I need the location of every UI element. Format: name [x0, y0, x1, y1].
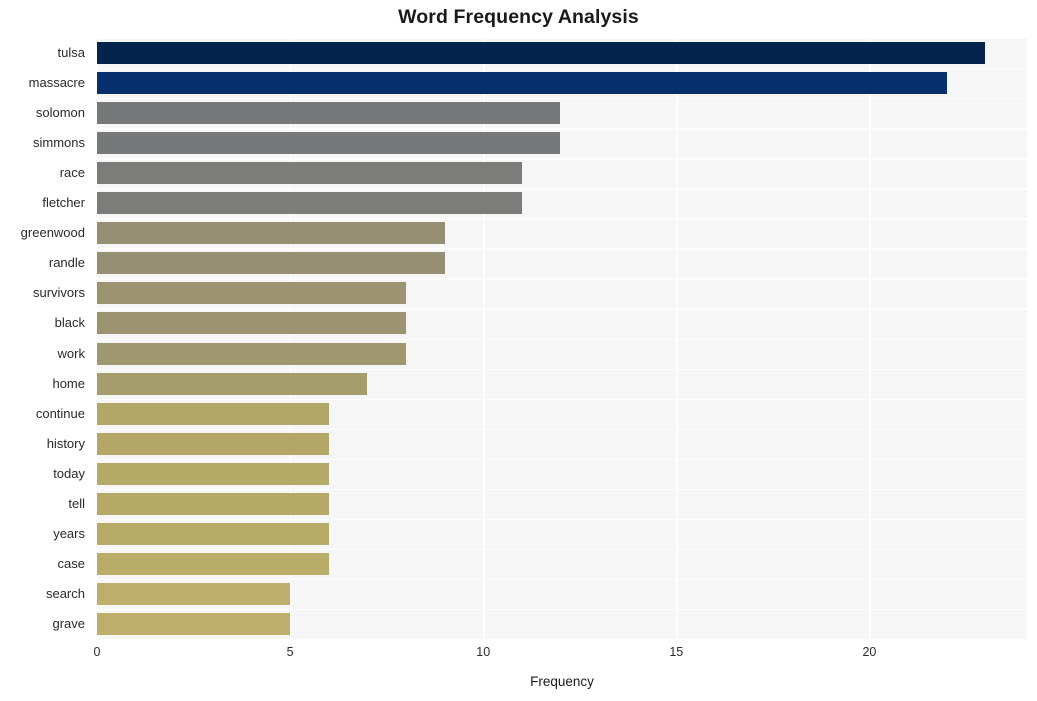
bar [97, 552, 329, 575]
bar [97, 282, 406, 305]
bar [97, 102, 561, 125]
bar [97, 252, 445, 275]
y-tick-label-today: today [53, 465, 85, 481]
y-tick-label-work: work [57, 345, 85, 361]
y-tick-label-massacre: massacre [28, 75, 85, 91]
y-tick-label-home: home [52, 375, 85, 391]
y-tick-label-years: years [53, 525, 85, 541]
x-tick-label-5: 5 [286, 645, 294, 659]
bar [97, 402, 329, 425]
y-tick-label-grave: grave [52, 615, 85, 631]
chart-title: Word Frequency Analysis [398, 6, 639, 28]
x-axis-title: Frequency [530, 674, 594, 689]
x-tick-label-15: 15 [669, 645, 684, 659]
bar [97, 372, 368, 395]
y-axis-tick-labels: tulsa massacre solomon simmons race fletcher g… [0, 38, 91, 639]
bar [97, 582, 291, 605]
bar [97, 612, 291, 635]
bar [97, 162, 522, 185]
bar [97, 42, 986, 65]
plot-area [97, 38, 1027, 641]
y-tick-label-race: race [59, 165, 85, 181]
y-tick-label-simmons: simmons [32, 135, 85, 151]
bar [97, 342, 406, 365]
x-tick-label-20: 20 [862, 645, 877, 659]
bar [97, 132, 561, 155]
y-tick-label-black: black [54, 315, 85, 331]
y-tick-label-search: search [45, 585, 85, 601]
x-tick-label-10: 10 [476, 645, 491, 659]
bar [97, 462, 329, 485]
bar [97, 222, 445, 245]
y-tick-label-case: case [57, 555, 85, 571]
bars-layer [97, 38, 1027, 639]
y-tick-label-randle: randle [48, 255, 85, 271]
bar [97, 492, 329, 515]
y-tick-label-fletcher: fletcher [42, 195, 85, 211]
y-tick-label-history: history [46, 435, 85, 451]
word-frequency-chart: Word Frequency Analysis tulsa massacre sol… [0, 0, 1037, 701]
y-tick-label-greenwood: greenwood [20, 225, 85, 241]
bar [97, 312, 406, 335]
bar [97, 522, 329, 545]
y-tick-label-continue: continue [35, 405, 85, 421]
y-tick-label-solomon: solomon [35, 105, 85, 121]
y-gridline [97, 639, 1027, 641]
y-tick-label-tulsa: tulsa [57, 45, 85, 61]
bar [97, 432, 329, 455]
y-tick-label-survivors: survivors [32, 285, 85, 301]
x-axis-tick-labels: 0 5 10 15 20 [0, 645, 1037, 665]
x-tick-label-0: 0 [93, 645, 101, 659]
bar [97, 192, 522, 215]
bar [97, 72, 947, 95]
y-tick-label-tell: tell [68, 495, 85, 511]
